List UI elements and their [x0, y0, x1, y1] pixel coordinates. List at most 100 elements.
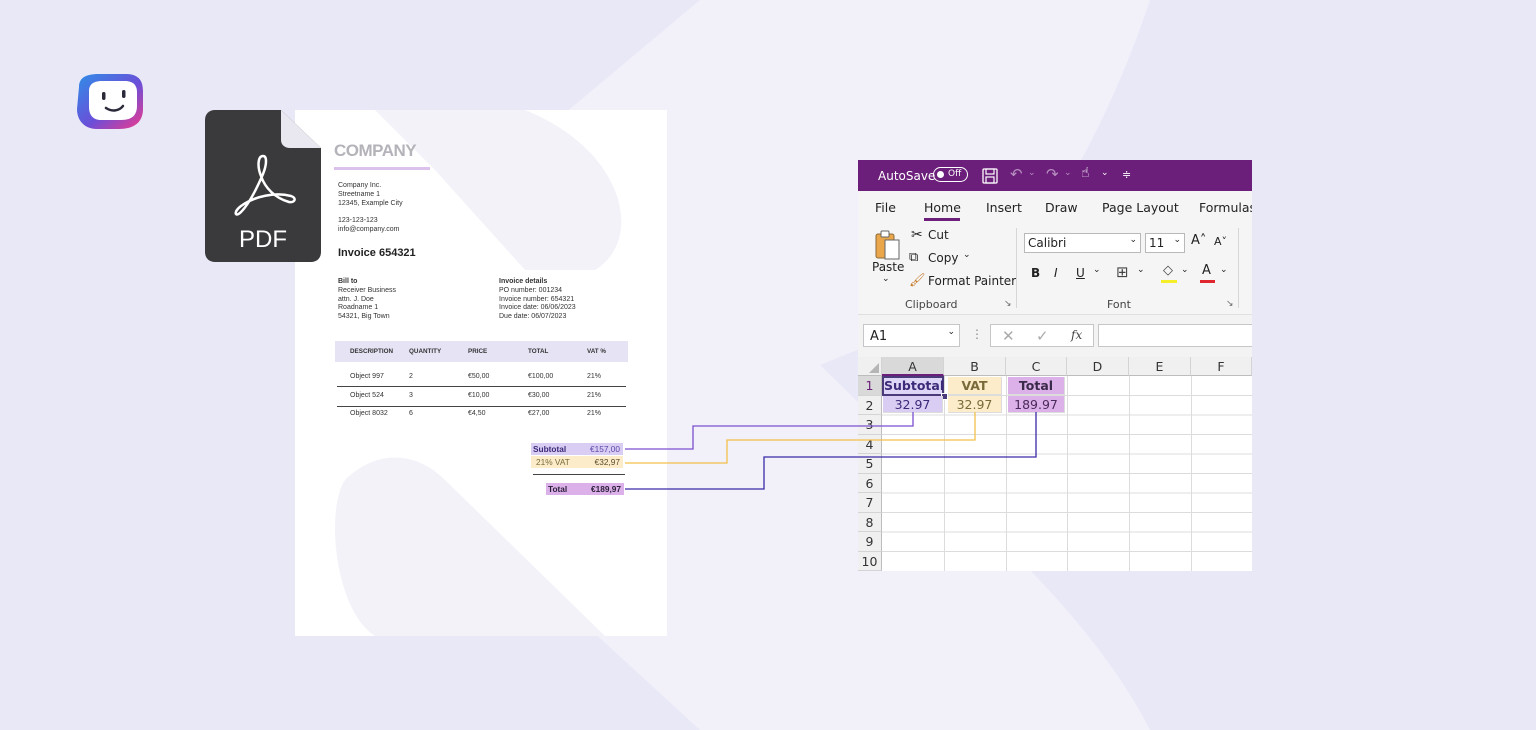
row-header-5[interactable]: 5: [858, 454, 882, 474]
font-size-dropdown[interactable]: 11 ⌄: [1145, 233, 1185, 253]
pdf-file-icon: PDF: [205, 110, 321, 262]
cell-a2[interactable]: 32.97: [883, 396, 943, 413]
formula-input[interactable]: [1098, 324, 1252, 347]
subtotal-label: Subtotal: [533, 444, 567, 454]
cell-c1[interactable]: Total: [1008, 377, 1065, 395]
redo-icon[interactable]: ↷: [1046, 165, 1059, 183]
customize-toolbar-icon[interactable]: ≑: [1122, 168, 1131, 181]
tab-page-layout[interactable]: Page Layout: [1102, 200, 1179, 215]
vat-label: 21% VAT: [536, 457, 570, 467]
bold-button[interactable]: B: [1031, 266, 1040, 280]
autosave-toggle[interactable]: Off: [933, 167, 968, 182]
font-name-dropdown[interactable]: Calibri ⌄: [1024, 233, 1141, 253]
cell-c2[interactable]: 189.97: [1008, 396, 1065, 413]
column-header: PRICE: [468, 348, 488, 355]
toggle-knob-icon: [937, 170, 944, 178]
row-header-3[interactable]: 3: [858, 415, 882, 435]
formula-bar: A1 ⌄ ⋮ ✕ ✓ fx: [858, 315, 1252, 357]
chevron-down-icon[interactable]: ⌄: [1064, 168, 1072, 178]
copy-label[interactable]: Copy: [928, 251, 958, 265]
invoice-details-line: Invoice number: 654321: [499, 295, 575, 303]
column-header-f[interactable]: F: [1191, 357, 1252, 376]
cell-b1[interactable]: VAT: [948, 377, 1002, 395]
chevron-down-icon[interactable]: ⌄: [963, 250, 971, 260]
column-header-d[interactable]: D: [1067, 357, 1129, 376]
select-all-corner[interactable]: [858, 357, 882, 376]
total-label: Total: [548, 484, 568, 494]
row-header-6[interactable]: 6: [858, 473, 882, 493]
excel-titlebar: AutoSave Off ↶ ⌄ ↷ ⌄ ☝ ⌄ ≑: [858, 160, 1252, 191]
company-address-line: Company Inc.: [338, 182, 382, 189]
increase-font-size-icon[interactable]: A˄: [1191, 233, 1206, 248]
row-header-2[interactable]: 2: [858, 395, 882, 415]
row-header-4[interactable]: 4: [858, 434, 882, 454]
bill-to-line: attn. J. Doe: [338, 295, 374, 303]
clipboard-group-label: Clipboard: [905, 298, 958, 311]
dialog-launcher-icon[interactable]: ↘: [1226, 299, 1234, 309]
insert-function-button[interactable]: fx: [1071, 328, 1082, 342]
column-header-e[interactable]: E: [1129, 357, 1191, 376]
cell-b2[interactable]: 32.97: [948, 396, 1002, 413]
dialog-launcher-icon[interactable]: ↘: [1004, 299, 1012, 309]
chevron-down-icon[interactable]: ⌄: [1093, 265, 1101, 275]
decrease-font-size-icon[interactable]: A˅: [1214, 235, 1227, 248]
column-header: DESCRIPTION: [350, 348, 394, 355]
chevron-down-icon[interactable]: ⌄: [1137, 265, 1145, 275]
column-header: TOTAL: [528, 348, 549, 355]
enter-icon[interactable]: ✓: [1036, 327, 1049, 345]
invoice-details-line: Due date: 06/07/2023: [499, 312, 567, 320]
tab-file[interactable]: File: [875, 200, 896, 215]
cut-label[interactable]: Cut: [928, 228, 949, 242]
fill-color-icon[interactable]: ◇: [1163, 263, 1173, 278]
brand-logo-icon: [77, 74, 143, 129]
name-box[interactable]: A1 ⌄: [863, 324, 960, 347]
invoice-details-line: PO number: 001234: [499, 287, 563, 294]
copy-icon[interactable]: ⧉: [909, 250, 918, 265]
touch-mode-icon[interactable]: ☝: [1081, 165, 1090, 181]
chevron-down-icon[interactable]: ⌄: [1220, 265, 1228, 275]
row-header-7[interactable]: 7: [858, 493, 882, 513]
total-chip: Total €189,97: [546, 483, 624, 495]
total-value: €189,97: [591, 484, 621, 494]
subtotal-chip: Subtotal €157,00: [531, 443, 623, 455]
chevron-down-icon[interactable]: ⌄: [1181, 265, 1189, 275]
table-cell: €100,00: [528, 373, 554, 380]
format-painter-label[interactable]: Format Painter: [928, 274, 1016, 288]
tab-insert[interactable]: Insert: [986, 200, 1022, 215]
font-color-icon[interactable]: A: [1202, 263, 1211, 278]
active-tab-indicator: [924, 218, 960, 221]
paste-icon[interactable]: [874, 228, 902, 262]
chevron-down-icon[interactable]: ⌄: [882, 274, 890, 284]
chevron-down-icon[interactable]: ⌄: [1028, 168, 1036, 178]
tab-draw[interactable]: Draw: [1045, 200, 1078, 215]
row-header-1[interactable]: 1: [858, 376, 882, 396]
format-painter-icon[interactable]: 🖌: [909, 273, 926, 288]
chevron-down-icon[interactable]: ⌄: [1101, 168, 1109, 178]
table-cell: €4,50: [468, 410, 486, 417]
row-header-10[interactable]: 10: [858, 551, 882, 571]
tab-formulas[interactable]: Formulas: [1199, 200, 1252, 215]
summary-divider: [533, 474, 625, 475]
formula-controls: ✕ ✓ fx: [990, 324, 1094, 347]
column-header-c[interactable]: C: [1006, 357, 1067, 376]
cut-icon[interactable]: ✂: [911, 227, 923, 243]
row-header-9[interactable]: 9: [858, 532, 882, 552]
save-icon[interactable]: [982, 168, 998, 184]
italic-button[interactable]: I: [1054, 266, 1058, 280]
cancel-icon[interactable]: ✕: [1002, 327, 1015, 345]
undo-icon[interactable]: ↶: [1010, 165, 1023, 183]
row-header-8[interactable]: 8: [858, 512, 882, 532]
pdf-label: PDF: [239, 226, 287, 253]
underline-button[interactable]: U: [1076, 266, 1085, 280]
paste-label[interactable]: Paste: [872, 260, 904, 274]
table-cell: €50,00: [468, 373, 490, 380]
table-cell: 6: [409, 410, 413, 417]
company-email: info@company.com: [338, 226, 400, 233]
column-header-a[interactable]: A: [882, 357, 944, 376]
group-separator: [1238, 228, 1239, 308]
cell-a1[interactable]: Subtotal: [882, 376, 944, 396]
borders-icon[interactable]: ⊞: [1116, 263, 1129, 281]
tab-home[interactable]: Home: [924, 200, 961, 215]
more-options-icon[interactable]: ⋮: [971, 327, 983, 341]
column-header-b[interactable]: B: [944, 357, 1006, 376]
